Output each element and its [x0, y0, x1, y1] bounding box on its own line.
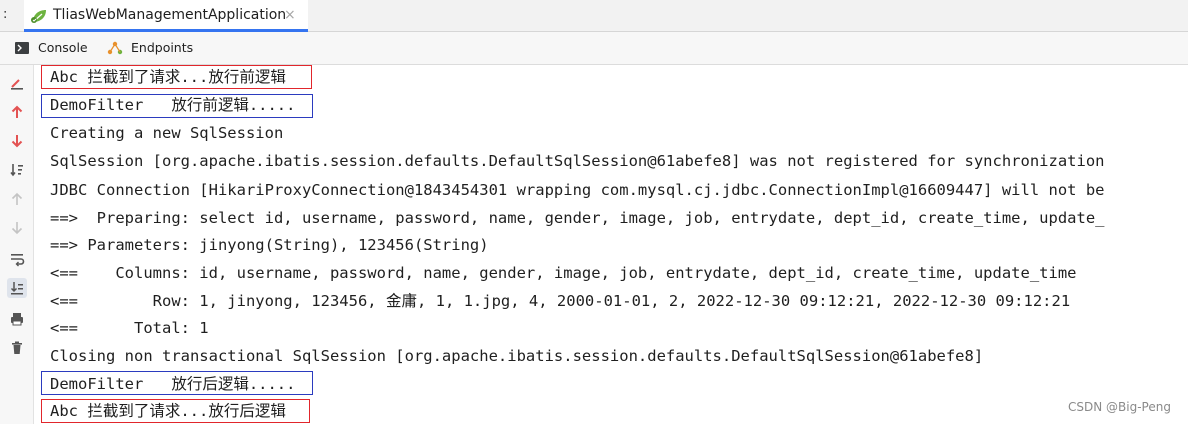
endpoints-icon — [107, 41, 123, 55]
console-toolbar — [0, 65, 34, 424]
console-line: Closing non transactional SqlSession [or… — [50, 347, 984, 365]
tab-endpoints-label: Endpoints — [131, 40, 194, 55]
run-tab-prefix: : — [3, 7, 8, 22]
spring-boot-leaf-icon — [31, 10, 46, 23]
console-line: ==> Parameters: jinyong(String), 123456(… — [50, 236, 489, 254]
run-tab[interactable]: TliasWebManagementApplication × — [24, 0, 308, 32]
console-output[interactable]: Abc 拦截到了请求...放行前逻辑 DemoFilter 放行前逻辑.....… — [34, 65, 1188, 424]
close-icon[interactable]: × — [284, 7, 296, 23]
clear-icon[interactable] — [7, 73, 27, 93]
run-tab-title: TliasWebManagementApplication — [53, 7, 287, 23]
console-line: Abc 拦截到了请求...放行后逻辑 — [50, 402, 286, 420]
scroll-to-end-icon[interactable] — [7, 278, 27, 298]
trash-icon[interactable] — [7, 338, 27, 358]
console-line: Abc 拦截到了请求...放行前逻辑 — [50, 68, 286, 86]
tab-console-label: Console — [38, 40, 88, 55]
arrow-up-icon[interactable] — [7, 102, 27, 122]
print-icon[interactable] — [7, 309, 27, 329]
soft-wrap-icon[interactable] — [7, 249, 27, 269]
run-tab-bar: : TliasWebManagementApplication × — [0, 0, 1188, 32]
console-line: <== Total: 1 — [50, 319, 209, 337]
watermark: CSDN @Big-Peng — [1068, 400, 1171, 414]
up-disabled-icon[interactable] — [7, 189, 27, 209]
arrow-down-icon[interactable] — [7, 131, 27, 151]
sort-icon[interactable] — [7, 160, 27, 180]
console-line: SqlSession [org.apache.ibatis.session.de… — [50, 152, 1105, 170]
console-line: DemoFilter 放行前逻辑..... — [50, 96, 296, 114]
console-line: DemoFilter 放行后逻辑..... — [50, 375, 296, 393]
console-line: ==> Preparing: select id, username, pass… — [50, 209, 1105, 227]
console-line: <== Columns: id, username, password, nam… — [50, 264, 1077, 282]
console-line: Creating a new SqlSession — [50, 124, 284, 142]
console-line: <== Row: 1, jinyong, 123456, 金庸, 1, 1.jp… — [50, 292, 1071, 310]
console-line: JDBC Connection [HikariProxyConnection@1… — [50, 181, 1105, 199]
console-icon — [15, 42, 29, 54]
down-disabled-icon[interactable] — [7, 218, 27, 238]
tool-tab-bar: Console Endpoints — [0, 32, 1188, 65]
